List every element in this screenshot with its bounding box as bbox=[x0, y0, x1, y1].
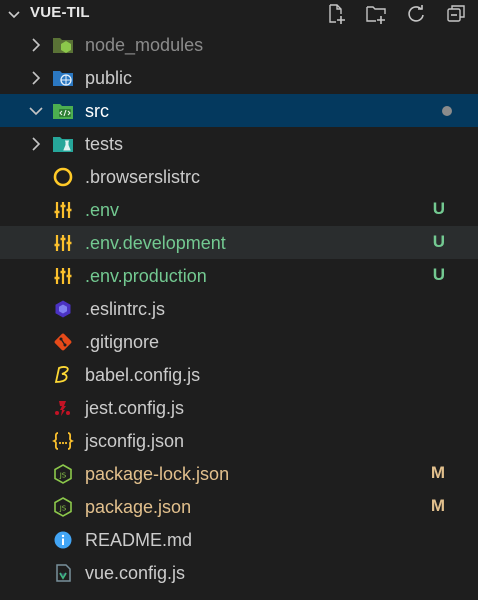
tree-item-package-json[interactable]: JS package.json M bbox=[0, 490, 478, 523]
tree-item-babel-config[interactable]: babel.config.js bbox=[0, 358, 478, 391]
tree-item-label: vue.config.js bbox=[85, 563, 186, 583]
section-title: VUE-TIL bbox=[30, 4, 90, 21]
tree-item-label: .env.development bbox=[85, 233, 226, 253]
svg-text:JS: JS bbox=[59, 505, 67, 513]
tree-item-gitignore[interactable]: .gitignore bbox=[0, 325, 478, 358]
file-explorer: VUE-TIL node_modules public src tests .b… bbox=[0, 0, 478, 600]
chevron-down-icon[interactable] bbox=[28, 103, 44, 119]
env-settings-icon bbox=[52, 266, 74, 286]
tree-item-label: package-lock.json bbox=[85, 464, 230, 484]
tree-item-label: .browserslistrc bbox=[85, 167, 201, 187]
tree-item-label: babel.config.js bbox=[85, 365, 201, 385]
git-icon bbox=[52, 332, 74, 352]
tree-item-eslintrc[interactable]: .eslintrc.js bbox=[0, 292, 478, 325]
tree-item-label: src bbox=[85, 101, 109, 121]
tree-item-jsconfig[interactable]: jsconfig.json bbox=[0, 424, 478, 457]
git-status-badge: U bbox=[432, 265, 445, 284]
tree-item-env-development[interactable]: .env.development U bbox=[0, 226, 478, 259]
tree-item-label: .gitignore bbox=[85, 332, 160, 352]
chevron-down-icon[interactable] bbox=[6, 6, 22, 22]
folder-public-icon bbox=[52, 68, 74, 88]
babel-icon bbox=[52, 365, 74, 385]
refresh-icon[interactable] bbox=[404, 2, 428, 26]
tree-item-label: .env bbox=[85, 200, 120, 220]
tree-item-jest-config[interactable]: jest.config.js bbox=[0, 391, 478, 424]
tree-item-label: .eslintrc.js bbox=[85, 299, 166, 319]
eslint-icon bbox=[52, 299, 74, 319]
chevron-right-icon[interactable] bbox=[28, 37, 44, 53]
explorer-section-header[interactable]: VUE-TIL bbox=[0, 0, 478, 28]
git-status-badge: M bbox=[430, 463, 445, 482]
chevron-right-icon[interactable] bbox=[28, 70, 44, 86]
folder-tests-icon bbox=[52, 134, 74, 154]
env-settings-icon bbox=[52, 233, 74, 253]
tree-item-label: .env.production bbox=[85, 266, 207, 286]
explorer-toolbar bbox=[324, 0, 468, 28]
new-file-icon[interactable] bbox=[324, 2, 348, 26]
tree-item-label: tests bbox=[85, 134, 124, 154]
json-braces-icon bbox=[52, 431, 74, 451]
nodejs-icon: JS bbox=[52, 497, 74, 517]
tree-item-label: README.md bbox=[85, 530, 193, 550]
env-settings-icon bbox=[52, 200, 74, 220]
browserslist-icon bbox=[52, 167, 74, 187]
vue-config-icon bbox=[52, 563, 74, 583]
svg-text:JS: JS bbox=[59, 472, 67, 480]
git-status-badge: M bbox=[430, 496, 445, 515]
tree-item-src[interactable]: src bbox=[0, 94, 478, 127]
tree-item-vue-config[interactable]: vue.config.js bbox=[0, 556, 478, 589]
tree-item-env-production[interactable]: .env.production U bbox=[0, 259, 478, 292]
tree-item-label: jest.config.js bbox=[85, 398, 185, 418]
new-folder-icon[interactable] bbox=[364, 2, 388, 26]
nodejs-icon: JS bbox=[52, 464, 74, 484]
tree-item-env[interactable]: .env U bbox=[0, 193, 478, 226]
tree-item-label: package.json bbox=[85, 497, 192, 517]
tree-item-label: public bbox=[85, 68, 133, 88]
git-status-badge: U bbox=[432, 199, 445, 218]
tree-item-node-modules[interactable]: node_modules bbox=[0, 28, 478, 61]
collapse-all-icon[interactable] bbox=[444, 2, 468, 26]
git-status-badge: U bbox=[432, 232, 445, 251]
file-tree: node_modules public src tests .browsersl… bbox=[0, 28, 478, 589]
folder-src-icon bbox=[52, 101, 74, 121]
info-icon bbox=[52, 530, 74, 550]
tree-item-public[interactable]: public bbox=[0, 61, 478, 94]
tree-item-label: jsconfig.json bbox=[85, 431, 185, 451]
tree-item-readme[interactable]: README.md bbox=[0, 523, 478, 556]
tree-item-package-lock[interactable]: JS package-lock.json M bbox=[0, 457, 478, 490]
chevron-right-icon[interactable] bbox=[28, 136, 44, 152]
folder-node-icon bbox=[52, 35, 74, 55]
tree-item-label: node_modules bbox=[85, 35, 204, 55]
tree-item-tests[interactable]: tests bbox=[0, 127, 478, 160]
tree-item-browserslistrc[interactable]: .browserslistrc bbox=[0, 160, 478, 193]
modified-dot bbox=[442, 106, 452, 116]
jest-icon bbox=[52, 398, 74, 418]
